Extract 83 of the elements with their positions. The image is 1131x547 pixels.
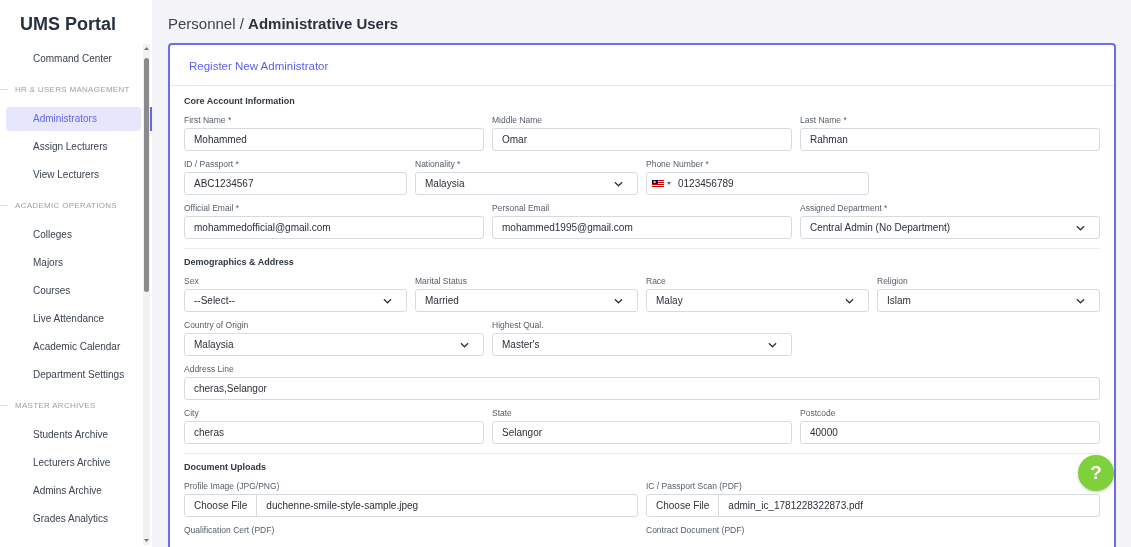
nav-item[interactable]: Live Attendance — [6, 307, 141, 331]
field-label: Last Name * — [800, 114, 847, 126]
breadcrumb: Personnel / Administrative Users — [168, 15, 399, 32]
dropdown-field[interactable]: Malaysia — [415, 172, 638, 195]
nav-item[interactable]: Majors — [6, 251, 141, 275]
section-title: Core Account Information — [184, 96, 295, 106]
field-label: Official Email * — [184, 202, 240, 214]
nav-item[interactable]: Lecturers Archive — [6, 451, 141, 475]
nav-item[interactable]: Courses — [6, 279, 141, 303]
file-field[interactable]: Choose File admin_ic_1781228322873.pdf — [646, 494, 1100, 517]
input-field[interactable]: Rahman — [800, 128, 1100, 151]
dropdown-field[interactable]: Master's — [492, 333, 792, 356]
chevron-down-icon — [768, 341, 777, 348]
dropdown-field[interactable]: Islam — [877, 289, 1100, 312]
nav-item[interactable]: Colleges — [6, 223, 141, 247]
chevron-down-icon — [1076, 297, 1085, 304]
field-label: IC / Passport Scan (PDF) — [646, 480, 742, 492]
nav-item[interactable]: Students Archive — [6, 423, 141, 447]
nav-section-heading: MASTER ARCHIVES — [15, 400, 96, 410]
section-title: Demographics & Address — [184, 257, 294, 267]
field-label: Phone Number * — [646, 158, 709, 170]
card-title: Register New Administrator — [189, 60, 329, 72]
field-label: Religion — [877, 275, 908, 287]
app-logo: UMS Portal — [20, 14, 116, 35]
input-field[interactable]: cheras — [184, 421, 484, 444]
caret-icon[interactable] — [667, 182, 671, 185]
field-label: State — [492, 407, 512, 419]
input-field[interactable]: Mohammed — [184, 128, 484, 151]
input-field[interactable]: mohammedofficial@gmail.com — [184, 216, 484, 239]
dropdown-field[interactable]: Married — [415, 289, 638, 312]
nav-item[interactable]: Department Settings — [6, 363, 141, 387]
field-label: Nationality * — [415, 158, 461, 170]
section-title: Document Uploads — [184, 462, 266, 472]
field-label: ID / Passport * — [184, 158, 239, 170]
nav-item[interactable]: Grades Analytics — [6, 507, 141, 531]
field-label: First Name * — [184, 114, 232, 126]
input-field[interactable]: 40000 — [800, 421, 1100, 444]
field-label: Qualification Cert (PDF) — [184, 524, 275, 536]
field-label: Assigned Department * — [800, 202, 888, 214]
dropdown-field[interactable]: Central Admin (No Department) — [800, 216, 1100, 239]
nav-section-heading: HR & USERS MANAGEMENT — [15, 84, 130, 94]
field-label: Postcode — [800, 407, 836, 419]
field-label: Marital Status — [415, 275, 467, 287]
chevron-down-icon — [614, 297, 623, 304]
nav-item[interactable]: View Lecturers — [6, 163, 141, 187]
field-label: Highest Qual. — [492, 319, 544, 331]
field-label: Sex — [184, 275, 199, 287]
phone-field[interactable]: 0123456789 — [646, 172, 869, 195]
active-indicator — [150, 107, 152, 131]
input-field[interactable]: cheras,Selangor — [184, 377, 1100, 400]
field-label: Profile Image (JPG/PNG) — [184, 480, 280, 492]
nav-item[interactable]: Command Center — [6, 47, 141, 71]
choose-file-button[interactable]: Choose File — [185, 495, 258, 516]
input-field[interactable]: ABC1234567 — [184, 172, 407, 195]
nav-section-heading: ACADEMIC OPERATIONS — [15, 200, 117, 210]
chevron-down-icon — [614, 180, 623, 187]
input-field[interactable]: Selangor — [492, 421, 792, 444]
dropdown-field[interactable]: --Select-- — [184, 289, 407, 312]
field-label: City — [184, 407, 199, 419]
dropdown-field[interactable]: Malay — [646, 289, 869, 312]
chevron-down-icon — [845, 297, 854, 304]
nav-item[interactable]: Admins Archive — [6, 479, 141, 503]
chevron-down-icon — [1076, 224, 1085, 231]
nav-item[interactable]: Assign Lecturers — [6, 135, 141, 159]
chevron-down-icon — [383, 297, 392, 304]
field-label: Race — [646, 275, 666, 287]
field-label: Country of Origin — [184, 319, 249, 331]
flag-icon[interactable] — [652, 180, 664, 187]
scroll-up-icon[interactable] — [144, 46, 149, 51]
field-label: Contract Document (PDF) — [646, 524, 745, 536]
input-field[interactable]: Omar — [492, 128, 792, 151]
nav-item[interactable]: Academic Calendar — [6, 335, 141, 359]
nav-item[interactable]: Administrators — [6, 107, 141, 131]
dropdown-field[interactable]: Malaysia — [184, 333, 484, 356]
file-field[interactable]: Choose File duchenne-smile-style-sample.jpeg — [184, 494, 638, 517]
scrollbar[interactable] — [143, 44, 150, 545]
chevron-down-icon — [460, 341, 469, 348]
input-field[interactable]: mohammed1995@gmail.com — [492, 216, 792, 239]
field-label: Personal Email — [492, 202, 550, 214]
choose-file-button[interactable]: Choose File — [647, 495, 720, 516]
field-label: Address Line — [184, 363, 234, 375]
field-label: Middle Name — [492, 114, 543, 126]
scroll-down-icon[interactable] — [144, 538, 149, 543]
